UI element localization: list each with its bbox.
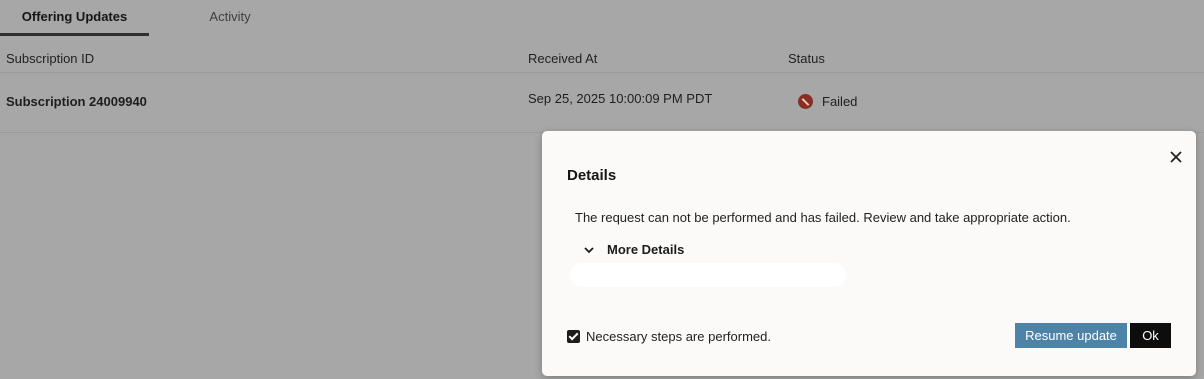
failed-status-icon [798, 94, 813, 109]
column-header-received-at[interactable]: Received At [528, 44, 597, 73]
tab-activity[interactable]: Activity [170, 0, 290, 36]
tab-offering-updates[interactable]: Offering Updates [0, 0, 149, 36]
status-cell: Failed [798, 94, 857, 109]
column-header-subscription-id[interactable]: Subscription ID [6, 44, 94, 73]
subscription-id-cell[interactable]: Subscription 24009940 [6, 94, 147, 109]
close-icon[interactable] [1168, 149, 1184, 165]
chevron-down-icon [584, 246, 594, 253]
redacted-details [570, 263, 846, 287]
status-label: Failed [822, 94, 858, 109]
more-details-label: More Details [607, 242, 685, 257]
table-row[interactable]: Subscription 24009940 Sep 25, 2025 10:00… [0, 73, 1204, 133]
ok-button[interactable]: Ok [1130, 323, 1171, 348]
resume-update-button[interactable]: Resume update [1015, 323, 1127, 348]
page: Offering Updates Activity Subscription I… [0, 0, 1204, 379]
confirm-checkbox-label[interactable]: Necessary steps are performed. [586, 329, 771, 344]
table-header: Subscription ID Received At Status [0, 44, 1204, 73]
details-dialog: Details The request can not be performed… [542, 131, 1196, 376]
tab-bar: Offering Updates Activity [0, 0, 1204, 36]
dialog-title: Details [567, 167, 617, 184]
dialog-message: The request can not be performed and has… [575, 210, 1071, 225]
more-details-toggle[interactable]: More Details [584, 242, 684, 257]
confirm-checkbox[interactable] [567, 330, 580, 343]
column-header-status[interactable]: Status [788, 44, 825, 73]
confirm-checkbox-row: Necessary steps are performed. [567, 329, 771, 344]
close-icon-glyph [1170, 151, 1182, 163]
received-at-cell: Sep 25, 2025 10:00:09 PM PDT [528, 91, 713, 106]
